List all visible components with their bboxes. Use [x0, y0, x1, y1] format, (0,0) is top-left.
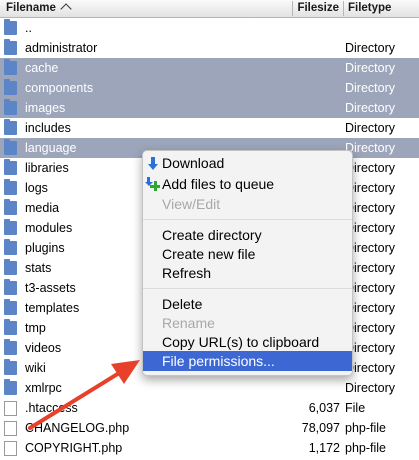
folder-icon	[4, 299, 17, 315]
folder-icon	[4, 379, 17, 395]
file-type: Directory	[345, 381, 396, 395]
file-name: libraries	[25, 161, 69, 175]
file-name: templates	[25, 301, 80, 315]
menu-item-download[interactable]: Download	[143, 153, 352, 173]
menu-item-create-file[interactable]: Create new file	[143, 244, 352, 264]
file-name: xmlrpc	[25, 381, 62, 395]
folder-icon	[4, 339, 17, 355]
folder-icon	[4, 359, 17, 375]
file-row[interactable]: COPYRIGHT.php 1,172 php-file	[0, 438, 419, 458]
column-header-filesize[interactable]: Filesize	[293, 0, 343, 17]
file-name: .htaccess	[25, 401, 78, 415]
file-type: Directory	[345, 121, 396, 135]
add-to-queue-icon	[145, 177, 160, 191]
folder-icon	[4, 19, 17, 35]
file-icon	[4, 441, 17, 456]
file-name: COPYRIGHT.php	[25, 441, 123, 455]
column-divider[interactable]	[343, 1, 344, 16]
menu-item-add-to-queue[interactable]: Add files to queue	[143, 174, 352, 194]
folder-icon	[4, 159, 17, 175]
download-icon	[145, 156, 159, 170]
file-type: Directory	[345, 41, 396, 55]
file-size: 1,172	[308, 441, 340, 455]
file-row[interactable]: administrator Directory	[0, 38, 419, 58]
folder-icon	[4, 279, 17, 295]
menu-item-copy-url[interactable]: Copy URL(s) to clipboard	[143, 332, 352, 352]
file-type: Directory	[345, 61, 396, 75]
menu-item-delete[interactable]: Delete	[143, 294, 352, 314]
file-list-header: Filename Filesize Filetype	[0, 0, 419, 18]
folder-icon	[4, 179, 17, 195]
menu-separator	[143, 219, 352, 220]
file-size: 78,097	[301, 421, 340, 435]
file-type: File	[345, 401, 366, 415]
folder-icon	[4, 99, 17, 115]
folder-icon	[4, 59, 17, 75]
menu-item-file-permissions[interactable]: File permissions...	[143, 351, 352, 371]
file-name: ..	[25, 21, 32, 35]
file-name: modules	[25, 221, 73, 235]
file-icon	[4, 421, 17, 436]
file-name: t3-assets	[25, 281, 76, 295]
file-type: Directory	[345, 101, 396, 115]
file-row[interactable]: images Directory	[0, 98, 419, 118]
folder-icon	[4, 139, 17, 155]
folder-icon	[4, 79, 17, 95]
file-icon	[4, 401, 17, 416]
context-menu: Download Add files to queue View/Edit Cr…	[142, 150, 353, 376]
folder-icon	[4, 199, 17, 215]
menu-item-create-directory[interactable]: Create directory	[143, 225, 352, 245]
column-header-filename[interactable]: Filename	[6, 0, 291, 17]
file-type: Directory	[345, 81, 396, 95]
file-name: logs	[25, 181, 48, 195]
menu-item-refresh[interactable]: Refresh	[143, 263, 352, 283]
file-row[interactable]: components Directory	[0, 78, 419, 98]
file-type: php-file	[345, 421, 386, 435]
file-name: images	[25, 101, 66, 115]
file-row[interactable]: cache Directory	[0, 58, 419, 78]
file-row[interactable]: includes Directory	[0, 118, 419, 138]
file-row[interactable]: .htaccess 6,037 File	[0, 398, 419, 418]
file-row[interactable]: xmlrpc Directory	[0, 378, 419, 398]
file-row[interactable]: ..	[0, 18, 419, 38]
folder-icon	[4, 259, 17, 275]
file-name: stats	[25, 261, 52, 275]
file-name: language	[25, 141, 77, 155]
menu-item-rename: Rename	[162, 315, 215, 331]
file-name: administrator	[25, 41, 98, 55]
file-name: cache	[25, 61, 59, 75]
file-name: wiki	[25, 361, 46, 375]
folder-icon	[4, 219, 17, 235]
file-size: 6,037	[308, 401, 340, 415]
file-name: media	[25, 201, 60, 215]
file-name: plugins	[25, 241, 65, 255]
file-name: CHANGELOG.php	[25, 421, 130, 435]
column-header-filetype[interactable]: Filetype	[345, 0, 419, 17]
file-name: includes	[25, 121, 71, 135]
file-type: php-file	[345, 441, 386, 455]
folder-icon	[4, 39, 17, 55]
file-row[interactable]: CHANGELOG.php 78,097 php-file	[0, 418, 419, 438]
folder-icon	[4, 119, 17, 135]
file-name: tmp	[25, 321, 46, 335]
sort-ascending-icon	[60, 3, 72, 15]
folder-icon	[4, 319, 17, 335]
menu-separator	[143, 288, 352, 289]
menu-item-view-edit: View/Edit	[162, 196, 221, 212]
file-name: videos	[25, 341, 62, 355]
file-name: components	[25, 81, 94, 95]
folder-icon	[4, 239, 17, 255]
